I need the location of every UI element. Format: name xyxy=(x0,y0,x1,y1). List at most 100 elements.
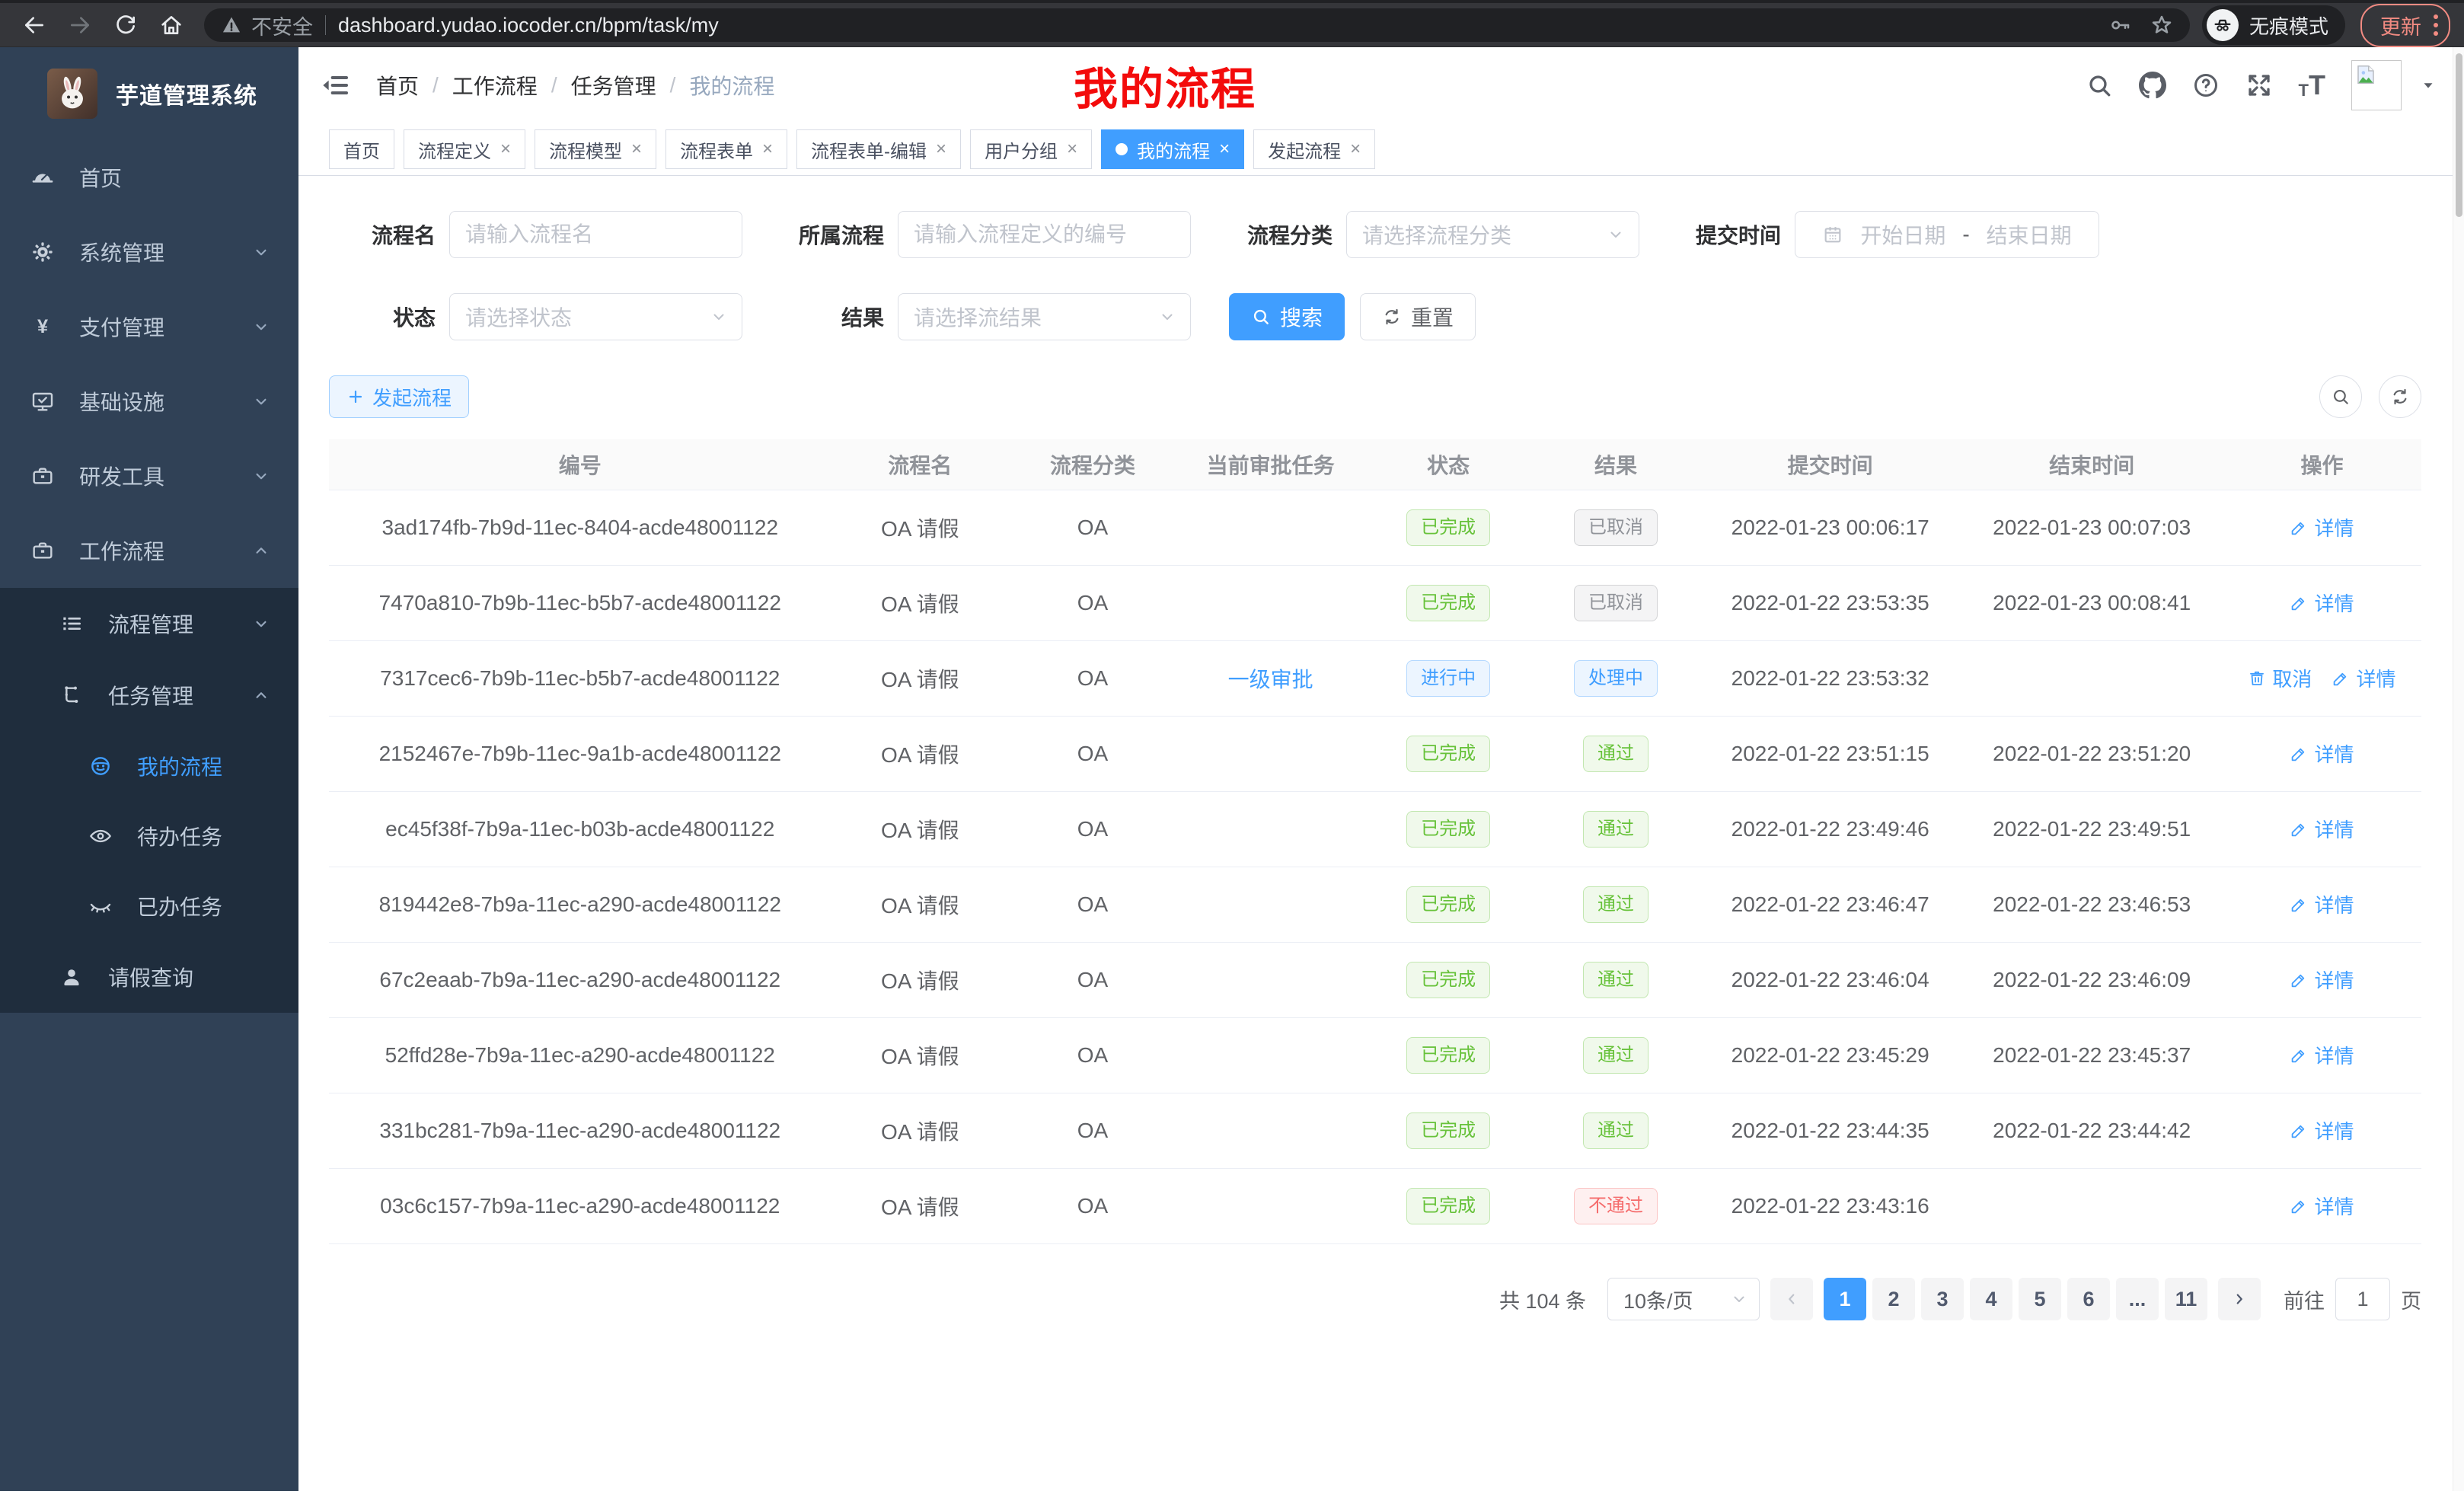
scrollbar-thumb[interactable] xyxy=(2456,53,2462,217)
page-button-5[interactable]: 5 xyxy=(2019,1278,2061,1320)
page-button-11[interactable]: 11 xyxy=(2165,1278,2207,1320)
close-icon[interactable]: × xyxy=(1219,140,1230,158)
sidebar-item-6[interactable]: 流程管理 xyxy=(0,588,298,659)
total-count: 共 104 条 xyxy=(1499,1285,1586,1314)
avatar[interactable] xyxy=(2351,60,2402,110)
breadcrumb-item-2[interactable]: 任务管理 xyxy=(571,70,656,101)
table-row: 7317cec6-7b9b-11ec-b5b7-acde48001122 OA … xyxy=(329,641,2421,717)
reload-icon[interactable] xyxy=(105,5,146,46)
tab-1[interactable]: 流程定义 × xyxy=(404,129,525,169)
sidebar-item-10[interactable]: 已办任务 xyxy=(0,871,298,941)
sidebar-item-3[interactable]: 基础设施 xyxy=(0,364,298,439)
cell-task[interactable]: 一级审批 xyxy=(1176,641,1364,717)
dashboard-icon xyxy=(30,165,55,190)
close-icon[interactable]: × xyxy=(762,140,773,158)
cell-category: OA xyxy=(1009,1169,1176,1244)
page-button-2[interactable]: 2 xyxy=(1872,1278,1915,1320)
prev-page-button[interactable] xyxy=(1770,1278,1813,1320)
help-icon[interactable] xyxy=(2192,72,2220,99)
result-select[interactable]: 请选择流结果 xyxy=(898,293,1191,340)
page-button-4[interactable]: 4 xyxy=(1970,1278,2012,1320)
date-range-picker[interactable]: 开始日期 - 结束日期 xyxy=(1795,211,2099,258)
op-edit-link[interactable]: 详情 xyxy=(2290,1192,2354,1220)
breadcrumb-separator: / xyxy=(432,73,439,97)
logo-avatar xyxy=(47,69,97,119)
edit-icon xyxy=(2290,745,2308,763)
process-def-input[interactable] xyxy=(898,212,1190,257)
op-edit-link[interactable]: 详情 xyxy=(2290,589,2354,617)
close-icon[interactable]: × xyxy=(1067,140,1077,158)
caret-down-icon[interactable] xyxy=(2420,77,2437,94)
op-trash-link[interactable]: 取消 xyxy=(2248,664,2312,692)
col-submit-time: 提交时间 xyxy=(1700,439,1961,490)
cell-end-time: 2022-01-22 23:45:37 xyxy=(1961,1018,2223,1093)
home-icon[interactable] xyxy=(151,5,192,46)
sidebar-item-9[interactable]: 待办任务 xyxy=(0,801,298,871)
search-button[interactable]: 搜索 xyxy=(1229,293,1345,340)
sidebar-item-7[interactable]: 任务管理 xyxy=(0,659,298,731)
page-button-3[interactable]: 3 xyxy=(1921,1278,1964,1320)
search-icon[interactable] xyxy=(2086,72,2113,99)
tab-7[interactable]: 发起流程 × xyxy=(1253,129,1375,169)
show-search-icon[interactable] xyxy=(2319,375,2362,418)
cell-category: OA xyxy=(1009,1018,1176,1093)
close-icon[interactable]: × xyxy=(1350,140,1361,158)
tab-4[interactable]: 流程表单-编辑 × xyxy=(796,129,961,169)
goto-page-input[interactable] xyxy=(2335,1278,2390,1320)
sidebar-item-4[interactable]: 研发工具 xyxy=(0,439,298,513)
browser-menu-icon[interactable] xyxy=(2434,14,2438,36)
next-page-button[interactable] xyxy=(2218,1278,2261,1320)
sidebar-item-8[interactable]: 我的流程 xyxy=(0,731,298,801)
sidebar-item-2[interactable]: ¥ 支付管理 xyxy=(0,289,298,364)
tab-0[interactable]: 首页 xyxy=(329,129,394,169)
op-edit-link[interactable]: 详情 xyxy=(2332,664,2395,692)
update-button[interactable]: 更新 xyxy=(2360,4,2450,47)
breadcrumb-item-0[interactable]: 首页 xyxy=(376,70,419,101)
address-bar[interactable]: 不安全 dashboard.yudao.iocoder.cn/bpm/task/… xyxy=(204,8,2190,42)
edit-icon xyxy=(2290,820,2308,838)
page-ellipsis-button[interactable]: ... xyxy=(2116,1278,2159,1320)
op-edit-link[interactable]: 详情 xyxy=(2290,1116,2354,1144)
scrollbar-track[interactable] xyxy=(2453,47,2464,1491)
status-select[interactable]: 请选择状态 xyxy=(449,293,742,340)
close-icon[interactable]: × xyxy=(631,140,642,158)
page-button-6[interactable]: 6 xyxy=(2067,1278,2110,1320)
tab-5[interactable]: 用户分组 × xyxy=(970,129,1092,169)
refresh-icon[interactable] xyxy=(2379,375,2421,418)
page-size-select[interactable]: 10条/页 xyxy=(1607,1278,1760,1320)
github-icon[interactable] xyxy=(2139,72,2166,99)
key-icon[interactable] xyxy=(2109,14,2132,37)
sidebar-item-11[interactable]: 请假查询 xyxy=(0,941,298,1013)
sidebar-item-5[interactable]: 工作流程 xyxy=(0,513,298,588)
op-edit-link[interactable]: 详情 xyxy=(2290,739,2354,768)
back-icon[interactable] xyxy=(14,5,55,46)
reset-button[interactable]: 重置 xyxy=(1360,293,1476,340)
process-name-input[interactable] xyxy=(450,212,742,257)
close-icon[interactable]: × xyxy=(500,140,511,158)
breadcrumb-item-1[interactable]: 工作流程 xyxy=(452,70,538,101)
page-button-1[interactable]: 1 xyxy=(1824,1278,1866,1320)
font-size-icon[interactable]: TT xyxy=(2299,72,2325,99)
op-edit-link[interactable]: 详情 xyxy=(2290,1041,2354,1069)
close-icon[interactable]: × xyxy=(936,140,946,158)
forward-icon[interactable] xyxy=(59,5,101,46)
fullscreen-icon[interactable] xyxy=(2245,72,2273,99)
tab-3[interactable]: 流程表单 × xyxy=(665,129,787,169)
op-edit-link[interactable]: 详情 xyxy=(2290,513,2354,541)
bookmark-star-icon[interactable] xyxy=(2150,14,2173,37)
create-process-button[interactable]: 发起流程 xyxy=(329,375,469,418)
tab-6[interactable]: 我的流程 × xyxy=(1101,129,1244,169)
hamburger-icon[interactable] xyxy=(320,70,350,101)
cell-id: 52ffd28e-7b9a-11ec-a290-acde48001122 xyxy=(329,1018,831,1093)
tab-2[interactable]: 流程模型 × xyxy=(535,129,656,169)
op-edit-link[interactable]: 详情 xyxy=(2290,890,2354,918)
cell-ops: 取消详情 xyxy=(2223,641,2421,717)
sidebar-item-1[interactable]: 系统管理 xyxy=(0,215,298,289)
op-edit-link[interactable]: 详情 xyxy=(2290,966,2354,994)
op-edit-link[interactable]: 详情 xyxy=(2290,815,2354,843)
filter-label-result: 结果 xyxy=(777,302,884,332)
yen-icon: ¥ xyxy=(30,314,55,339)
status-badge: 已完成 xyxy=(1406,585,1490,621)
sidebar-item-0[interactable]: 首页 xyxy=(0,140,298,215)
category-select[interactable]: 请选择流程分类 xyxy=(1346,211,1639,258)
